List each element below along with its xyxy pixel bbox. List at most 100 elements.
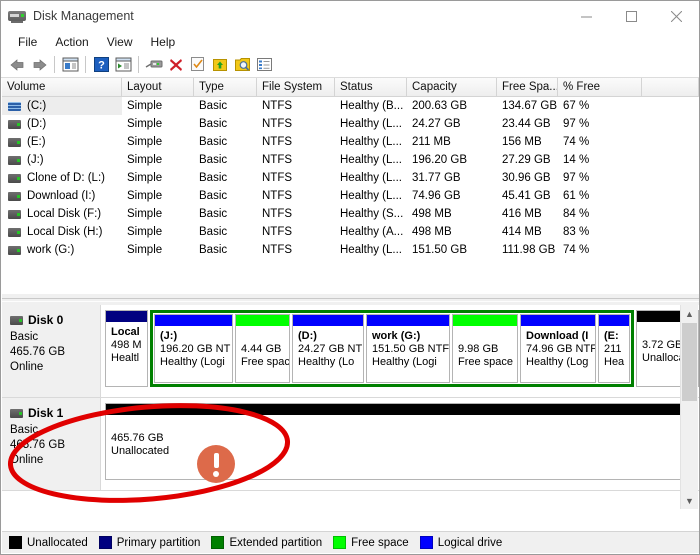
check-icon[interactable] (187, 54, 209, 76)
partition-name: Download (I (526, 330, 591, 343)
volume-list-body: (C:)SimpleBasicNTFSHealthy (B...200.63 G… (2, 97, 699, 259)
column-header-status[interactable]: Status (335, 78, 407, 96)
cell-percent: 83 % (558, 223, 642, 241)
cell-volume-label: (E:) (27, 133, 46, 151)
forward-icon[interactable] (28, 54, 50, 76)
disk-graphical-pane: Disk 0Basic465.76 GBOnlineLocal498 MHeal… (2, 305, 699, 509)
table-row[interactable]: (J:)SimpleBasicNTFSHealthy (L...196.20 G… (2, 151, 699, 169)
partition-size: 196.20 GB NT (160, 343, 228, 356)
window-title: Disk Management (33, 9, 134, 23)
toolbar: ? (1, 52, 699, 78)
cell-layout: Simple (122, 133, 194, 151)
column-header-free-spa[interactable]: Free Spa... (497, 78, 558, 96)
column-header-volume[interactable]: Volume (2, 78, 122, 96)
partition-name: (J:) (160, 330, 228, 343)
menu-help[interactable]: Help (142, 33, 185, 51)
table-row[interactable]: Local Disk (H:)SimpleBasicNTFSHealthy (A… (2, 223, 699, 241)
disk-title: Disk 1 (10, 406, 100, 420)
help-icon[interactable]: ? (90, 54, 112, 76)
partition-status: Healtl (111, 352, 143, 365)
cell-type: Basic (194, 97, 257, 115)
delete-icon[interactable] (165, 54, 187, 76)
partition-color-band (293, 315, 363, 326)
menu-file[interactable]: File (9, 33, 46, 51)
cell-type: Basic (194, 115, 257, 133)
cell-layout: Simple (122, 187, 194, 205)
cell-status: Healthy (L... (335, 133, 407, 151)
partition-block[interactable]: (J:)196.20 GB NTHealthy (Logi (154, 314, 233, 383)
properties-icon[interactable] (143, 54, 165, 76)
cell-free: 23.44 GB (497, 115, 558, 133)
minimize-button[interactable] (564, 1, 609, 31)
column-header-layout[interactable]: Layout (122, 78, 194, 96)
column-header-type[interactable]: Type (194, 78, 257, 96)
partition-block[interactable]: 465.76 GBUnallocated (105, 403, 681, 480)
partition-block[interactable]: (E:211Hea (598, 314, 630, 383)
maximize-button[interactable] (609, 1, 654, 31)
table-row[interactable]: (C:)SimpleBasicNTFSHealthy (B...200.63 G… (2, 97, 699, 115)
cell-status: Healthy (S... (335, 205, 407, 223)
table-row[interactable]: (D:)SimpleBasicNTFSHealthy (L...24.27 GB… (2, 115, 699, 133)
show-hide-console-tree-icon[interactable] (59, 54, 81, 76)
toolbar-separator (54, 56, 55, 73)
scroll-down-arrow-icon[interactable]: ▼ (681, 492, 698, 509)
partition-text: work (G:)151.50 GB NTFHealthy (Logi (367, 326, 449, 369)
partition-name (111, 419, 676, 432)
disk-info-disk-1[interactable]: Disk 1Basic465.76 GBOnline (2, 398, 101, 490)
cell-volume: (C:) (2, 97, 122, 115)
cell-capacity: 74.96 GB (407, 187, 497, 205)
back-icon[interactable] (6, 54, 28, 76)
column-header-free[interactable]: % Free (558, 78, 642, 96)
menu-bar: File Action View Help (1, 31, 699, 52)
partition-block[interactable]: work (G:)151.50 GB NTFHealthy (Logi (366, 314, 450, 383)
column-header-capacity[interactable]: Capacity (407, 78, 497, 96)
list-icon[interactable] (253, 54, 275, 76)
disk-management-icon (8, 8, 26, 24)
legend-item: Unallocated (9, 536, 88, 549)
partition-area: Local498 MHealtl(J:)196.20 GB NTHealthy … (101, 305, 699, 397)
disk-type: Basic (10, 330, 100, 345)
legend-swatch-icon (99, 536, 112, 549)
scrollbar-thumb[interactable] (682, 323, 697, 401)
disk-status: Online (10, 453, 100, 468)
close-button[interactable] (654, 1, 699, 31)
table-row[interactable]: Download (I:)SimpleBasicNTFSHealthy (L..… (2, 187, 699, 205)
cell-filesystem: NTFS (257, 151, 335, 169)
upgrade-icon[interactable] (209, 54, 231, 76)
column-header-blank[interactable] (642, 78, 699, 96)
cell-filesystem: NTFS (257, 223, 335, 241)
search-icon[interactable] (231, 54, 253, 76)
menu-action[interactable]: Action (46, 33, 97, 51)
toolbar-separator (85, 56, 86, 73)
table-row[interactable]: Local Disk (F:)SimpleBasicNTFSHealthy (S… (2, 205, 699, 223)
cell-free: 134.67 GB (497, 97, 558, 115)
partition-block[interactable]: 9.98 GBFree space (452, 314, 518, 383)
table-row[interactable]: Clone of D: (L:)SimpleBasicNTFSHealthy (… (2, 169, 699, 187)
partition-block[interactable]: Download (I74.96 GB NTFHealthy (Log (520, 314, 596, 383)
partition-color-band (367, 315, 449, 326)
cell-volume-label: Clone of D: (L:) (27, 169, 105, 187)
window-controls (564, 1, 699, 31)
disk-info-disk-0[interactable]: Disk 0Basic465.76 GBOnline (2, 305, 101, 397)
cell-capacity: 498 MB (407, 223, 497, 241)
disk-size: 465.76 GB (10, 438, 100, 453)
partition-color-band (106, 311, 147, 322)
table-row[interactable]: work (G:)SimpleBasicNTFSHealthy (L...151… (2, 241, 699, 259)
cell-status: Healthy (L... (335, 187, 407, 205)
cell-capacity: 498 MB (407, 205, 497, 223)
column-header-file-system[interactable]: File System (257, 78, 335, 96)
partition-status: Free space (458, 356, 513, 369)
partition-block[interactable]: Local498 MHealtl (105, 310, 148, 387)
volume-icon (8, 174, 21, 183)
extended-partition-container: (J:)196.20 GB NTHealthy (Logi 4.44 GBFre… (150, 310, 634, 387)
show-hide-action-pane-icon[interactable] (112, 54, 134, 76)
legend-swatch-icon (420, 536, 433, 549)
scroll-up-arrow-icon[interactable]: ▲ (681, 305, 698, 322)
table-row[interactable]: (E:)SimpleBasicNTFSHealthy (L...211 MB15… (2, 133, 699, 151)
volume-list-pane: VolumeLayoutTypeFile SystemStatusCapacit… (2, 78, 699, 293)
partition-block[interactable]: 4.44 GBFree spac (235, 314, 290, 383)
graphical-pane-scrollbar[interactable]: ▲ ▼ (680, 305, 698, 509)
partition-block[interactable]: (D:)24.27 GB NTHealthy (Lo (292, 314, 364, 383)
menu-view[interactable]: View (98, 33, 142, 51)
legend-label: Unallocated (27, 537, 88, 549)
